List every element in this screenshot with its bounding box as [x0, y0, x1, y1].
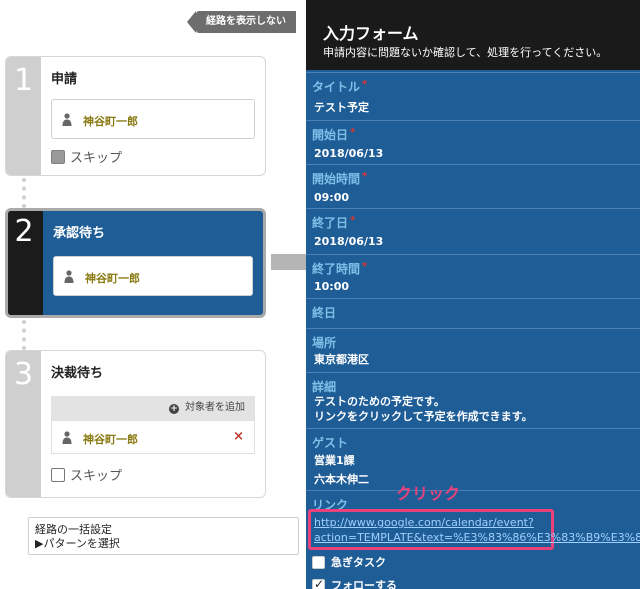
field-label: 終了時間 * [312, 261, 368, 276]
field-label: タイトル * [312, 79, 368, 94]
follow-checkbox[interactable]: フォローする [312, 577, 397, 589]
assignee-box[interactable]: 神谷町一郎 × [51, 420, 255, 454]
field-location: 場所 東京都港区 [306, 328, 640, 372]
field-start-date: 開始日 * 2018/06/13 [306, 120, 640, 164]
skip-checkbox[interactable]: スキップ [51, 147, 122, 166]
checkbox-icon[interactable] [312, 555, 325, 569]
field-value: 10:00 [314, 280, 350, 293]
route-connector-dots [22, 320, 26, 350]
field-label: ゲスト [312, 436, 349, 450]
field-label: 開始日 * [312, 127, 356, 142]
required-mark: * [350, 215, 356, 226]
field-label: 詳細 [312, 380, 337, 394]
assignee-name: 神谷町一郎 [83, 433, 138, 446]
step-title: 承認待ち [53, 226, 106, 241]
route-panel: 経路を表示しない 1 申請 神谷町一郎 スキップ 2 承認待ち 神谷町一郎 3 … [0, 0, 306, 589]
add-target-label: 対象者を追加 [185, 402, 245, 413]
checkbox-icon[interactable] [51, 149, 65, 164]
field-all-day: 終日 [306, 298, 640, 328]
field-start-time: 開始時間 * 09:00 [306, 164, 640, 208]
plus-circle-icon: + [169, 404, 179, 414]
field-label: 場所 [312, 336, 337, 350]
required-mark: * [362, 79, 368, 90]
bulk-title: 経路の一括設定 [35, 523, 112, 536]
field-label: 終日 [312, 306, 337, 320]
form-header: 入力フォーム 申請内容に問題ないか確認して、処理を行ってください。 [306, 0, 640, 70]
urgent-task-checkbox[interactable]: 急ぎタスク [312, 554, 386, 570]
step-to-form-connector [271, 254, 306, 270]
route-step-3: 3 決裁待ち + 対象者を追加 神谷町一郎 × スキップ [5, 350, 266, 498]
skip-label: スキップ [70, 469, 123, 484]
field-value: 六本木伸二 [314, 473, 369, 486]
field-value: テストのための予定です。 [314, 395, 445, 408]
assignee-name: 神谷町一郎 [83, 115, 138, 128]
person-icon [62, 113, 72, 126]
step-title: 決裁待ち [51, 366, 104, 381]
field-end-date: 終了日 * 2018/06/13 [306, 208, 640, 254]
remove-assignee-icon[interactable]: × [233, 429, 244, 444]
checkbox-icon[interactable] [51, 467, 65, 482]
field-value: 2018/06/13 [314, 147, 384, 160]
click-annotation: クリック [396, 484, 461, 503]
assignee-box[interactable]: 神谷町一郎 [51, 99, 255, 139]
checkbox-checked-icon[interactable] [312, 577, 325, 589]
field-value: 09:00 [314, 191, 350, 204]
field-title: タイトル * テスト予定 [306, 72, 640, 120]
field-value: 東京都港区 [314, 353, 369, 366]
field-value: リンクをクリックして予定を作成できます。 [314, 410, 533, 423]
field-guests: ゲスト 営業1課 六本木伸二 [306, 428, 640, 490]
form-description: 申請内容に問題ないか確認して、処理を行ってください。 [323, 46, 608, 59]
required-mark: * [350, 127, 356, 138]
field-details: 詳細 テストのための予定です。 リンクをクリックして予定を作成できます。 [306, 372, 640, 428]
step-number: 3 [6, 351, 41, 497]
field-label: 開始時間 * [312, 171, 368, 186]
bulk-route-setting[interactable]: 経路の一括設定 ▶パターンを選択 [28, 517, 299, 555]
required-mark: * [362, 261, 368, 272]
check-label: 急ぎタスク [331, 556, 386, 569]
form-title: 入力フォーム [323, 24, 419, 43]
input-form-panel: 入力フォーム 申請内容に問題ないか確認して、処理を行ってください。 タイトル * … [306, 0, 640, 589]
assignee-name: 神谷町一郎 [85, 272, 140, 285]
step-number: 1 [6, 57, 41, 175]
step-title: 申請 [51, 72, 78, 87]
required-mark: * [362, 171, 368, 182]
field-label: 終了日 * [312, 215, 356, 230]
step-number: 2 [8, 211, 43, 315]
select-pattern-link[interactable]: ▶パターンを選択 [35, 537, 292, 551]
skip-label: スキップ [70, 151, 123, 166]
assignee-box[interactable]: 神谷町一郎 [53, 256, 253, 296]
skip-checkbox[interactable]: スキップ [51, 465, 122, 484]
field-value: 営業1課 [314, 454, 355, 467]
person-icon [62, 431, 72, 444]
add-target-button[interactable]: + 対象者を追加 [51, 396, 255, 420]
hide-route-button[interactable]: 経路を表示しない [187, 11, 296, 33]
route-connector-dots [22, 178, 26, 208]
calendar-link[interactable]: http://www.google.com/calendar/event? act… [314, 515, 640, 545]
field-end-time: 終了時間 * 10:00 [306, 254, 640, 298]
route-step-1: 1 申請 神谷町一郎 スキップ [5, 56, 266, 176]
route-step-2: 2 承認待ち 神谷町一郎 [5, 208, 266, 318]
field-value: テスト予定 [314, 101, 369, 114]
person-icon [64, 270, 74, 283]
field-value: 2018/06/13 [314, 235, 384, 248]
check-label: フォローする [331, 579, 397, 589]
